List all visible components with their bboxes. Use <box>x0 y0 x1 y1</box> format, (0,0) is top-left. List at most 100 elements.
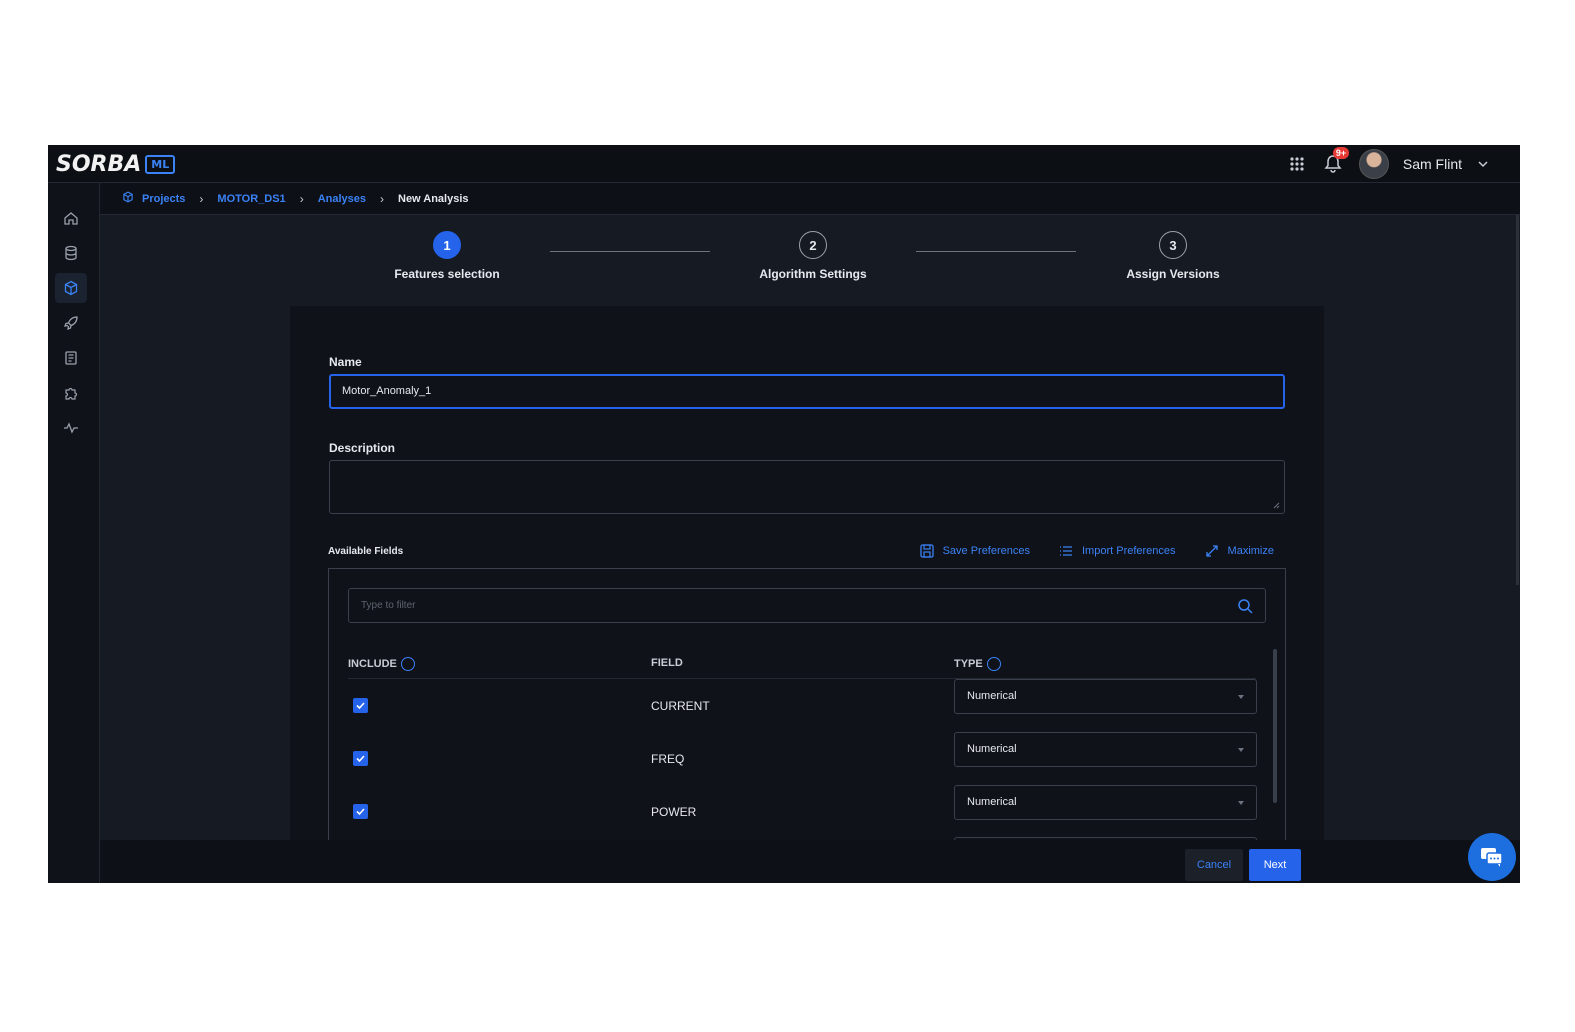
save-icon <box>919 544 934 558</box>
include-checkbox[interactable] <box>353 698 368 713</box>
sidebar-item-deploy[interactable] <box>55 308 87 338</box>
column-header-type[interactable]: TYPE <box>954 657 1001 671</box>
step-assign-versions[interactable]: 3 Assign Versions <box>1093 231 1253 281</box>
logo-badge: ML <box>145 154 176 174</box>
notification-badge: 9+ <box>1332 147 1350 159</box>
chevron-down-icon[interactable] <box>1476 157 1490 171</box>
chevron-right-icon: › <box>199 191 204 206</box>
maximize-button[interactable]: Maximize <box>1204 543 1274 559</box>
step-number: 1 <box>433 231 461 259</box>
field-name: POWER <box>651 805 697 819</box>
next-button[interactable]: Next <box>1249 849 1301 881</box>
puzzle-icon <box>65 387 78 400</box>
field-name: FREQ <box>651 752 685 766</box>
type-select-value: Numerical <box>967 796 1017 808</box>
logo[interactable]: SORBA ML <box>56 151 176 177</box>
breadcrumb-analyses[interactable]: Analyses <box>318 193 366 205</box>
user-name[interactable]: Sam Flint <box>1403 156 1462 172</box>
sidebar-item-database[interactable] <box>55 238 87 268</box>
activity-icon <box>64 422 78 434</box>
breadcrumb-projects[interactable]: Projects <box>142 193 185 205</box>
column-header-include[interactable]: INCLUDE <box>348 657 415 671</box>
table-row: FREQ Numerical <box>329 732 1269 785</box>
maximize-label: Maximize <box>1227 545 1274 557</box>
table-row: POWER Numerical <box>329 784 1269 837</box>
chevron-right-icon: › <box>380 191 384 206</box>
cancel-button[interactable]: Cancel <box>1185 849 1243 881</box>
type-select-value: Numerical <box>967 690 1017 702</box>
field-actions: Save Preferences Import Preferences Maxi… <box>919 543 1274 559</box>
caret-down-icon <box>1238 695 1244 699</box>
app-window: SORBA ML 9+ Sam Flint Projects › MOTOR_D… <box>48 145 1520 883</box>
include-checkbox[interactable] <box>353 751 368 766</box>
description-textarea[interactable] <box>329 460 1285 514</box>
include-header-label: INCLUDE <box>348 658 397 670</box>
page-scrollbar[interactable] <box>1516 215 1519 585</box>
name-label: Name <box>329 355 362 369</box>
step-label: Features selection <box>394 267 500 281</box>
chat-button[interactable] <box>1468 833 1516 881</box>
step-number: 3 <box>1159 231 1187 259</box>
breadcrumb: Projects › MOTOR_DS1 › Analyses › New An… <box>100 183 1520 215</box>
notifications-bell-icon[interactable]: 9+ <box>1321 147 1350 176</box>
info-icon[interactable] <box>986 657 1001 671</box>
import-preferences-label: Import Preferences <box>1082 545 1176 557</box>
step-label: Algorithm Settings <box>759 267 867 281</box>
description-label: Description <box>329 441 396 455</box>
step-algorithm-settings[interactable]: 2 Algorithm Settings <box>733 231 893 281</box>
field-header-label: FIELD <box>651 657 683 669</box>
available-fields-panel: Type to filter INCLUDE FIELD TYPE CURREN… <box>328 568 1286 858</box>
avatar[interactable] <box>1358 149 1389 179</box>
type-select[interactable]: Numerical <box>954 679 1257 714</box>
breadcrumb-current: New Analysis <box>398 192 469 205</box>
sidebar-item-monitoring[interactable] <box>55 413 87 443</box>
table-row: CURRENT Numerical <box>329 679 1269 732</box>
list-icon <box>1060 546 1072 556</box>
resize-grip-icon[interactable] <box>1272 501 1280 509</box>
main-content: 1 Features selection 2 Algorithm Setting… <box>100 215 1520 858</box>
filter-input[interactable]: Type to filter <box>348 588 1266 623</box>
table-scrollbar[interactable] <box>1273 649 1277 803</box>
sidebar-item-plugins[interactable] <box>55 378 87 408</box>
step-connector <box>916 251 1076 252</box>
caret-down-icon <box>1238 801 1244 805</box>
type-header-label: TYPE <box>954 658 983 670</box>
analysis-form-card: Name Motor_Anomaly_1 Description Availab… <box>290 306 1324 858</box>
cube-icon <box>122 191 134 206</box>
rocket-icon <box>63 316 78 331</box>
checkmark-icon <box>356 755 365 763</box>
step-connector <box>550 251 710 252</box>
footer-bar: Cancel Next <box>100 840 1520 883</box>
top-bar-right: 9+ Sam Flint <box>1287 145 1490 183</box>
save-preferences-button[interactable]: Save Preferences <box>919 543 1030 559</box>
search-icon[interactable] <box>1237 598 1253 614</box>
chat-icon <box>1481 848 1503 867</box>
checkmark-icon <box>356 808 365 816</box>
step-number: 2 <box>799 231 827 259</box>
available-fields-label: Available Fields <box>328 546 404 557</box>
type-select[interactable]: Numerical <box>954 785 1257 820</box>
field-name: CURRENT <box>651 699 710 713</box>
sidebar-item-reports[interactable] <box>55 343 87 373</box>
stepper: 1 Features selection 2 Algorithm Setting… <box>100 215 1520 305</box>
import-preferences-button[interactable]: Import Preferences <box>1058 543 1176 559</box>
breadcrumb-dataset[interactable]: MOTOR_DS1 <box>217 193 285 205</box>
step-label: Assign Versions <box>1126 267 1220 281</box>
sidebar-item-projects[interactable] <box>55 273 87 303</box>
filter-placeholder: Type to filter <box>361 600 416 611</box>
logo-text: SORBA <box>56 151 142 177</box>
sidebar <box>48 183 100 883</box>
type-select[interactable]: Numerical <box>954 732 1257 767</box>
apps-grid-icon[interactable] <box>1287 154 1307 174</box>
name-input[interactable]: Motor_Anomaly_1 <box>329 374 1285 409</box>
save-preferences-label: Save Preferences <box>942 545 1030 557</box>
step-features-selection[interactable]: 1 Features selection <box>367 231 527 281</box>
checkmark-icon <box>356 702 365 710</box>
info-icon[interactable] <box>400 657 415 671</box>
sidebar-item-home[interactable] <box>55 203 87 233</box>
include-checkbox[interactable] <box>353 804 368 819</box>
chevron-right-icon: › <box>299 191 304 206</box>
type-select-value: Numerical <box>967 743 1017 755</box>
top-bar: SORBA ML 9+ Sam Flint <box>48 145 1520 183</box>
column-header-field[interactable]: FIELD <box>651 657 683 669</box>
